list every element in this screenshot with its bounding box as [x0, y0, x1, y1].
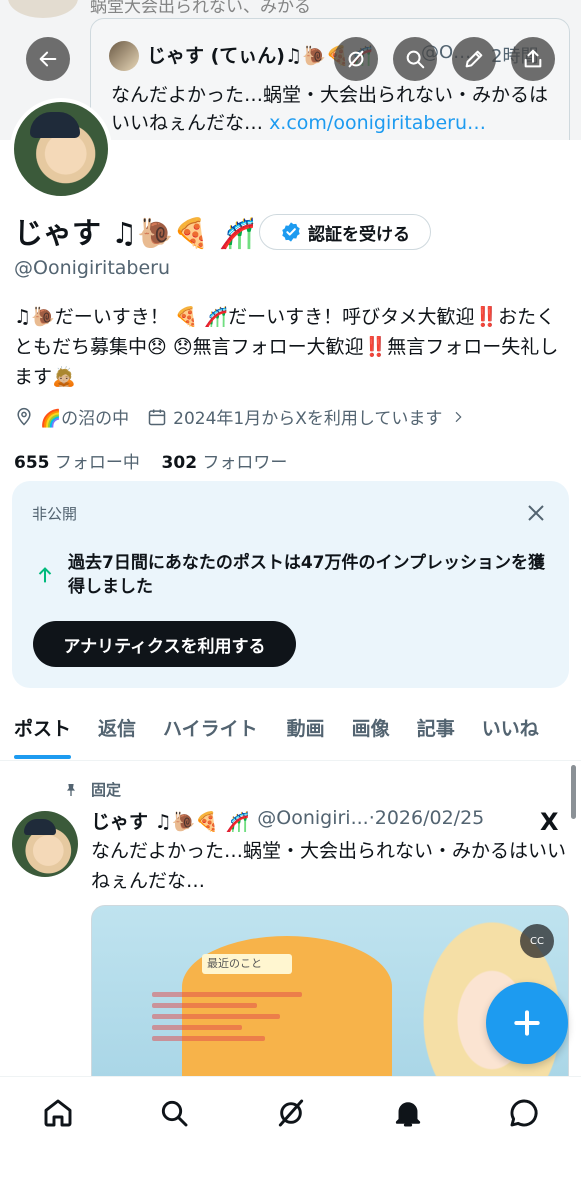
nav-search[interactable]: [154, 1093, 194, 1133]
analytics-private-label: 非公開: [32, 505, 78, 523]
followers-count: 302: [161, 453, 198, 473]
search-icon: [161, 1100, 188, 1127]
tweet-author-handle[interactable]: @Oonigiri...: [257, 807, 368, 834]
x-logo-icon: X: [540, 808, 559, 836]
nav-grok[interactable]: [271, 1093, 311, 1133]
media-title: 最近のこと: [202, 954, 292, 974]
analytics-card: 非公開 過去7日間にあなたのポストは47万件のインプレッションを獲得しました ア…: [12, 481, 569, 688]
tab-replies[interactable]: 返信: [98, 705, 136, 760]
location-pin-icon: [17, 407, 31, 426]
calendar-icon: [148, 409, 166, 425]
home-icon: [44, 1099, 72, 1127]
analytics-close-button[interactable]: [524, 501, 548, 525]
location-text: 🌈の沼の中: [40, 409, 130, 429]
quote-avatar: [109, 41, 139, 71]
banner-quote-card: じゃす (てぃん)♫🐌🍕🎢 @O… 2時間 なんだよかった…蜗堂・大会出られない…: [90, 18, 570, 140]
arrow-left-icon: [39, 51, 57, 67]
share-icon: [524, 49, 542, 68]
close-icon: [528, 505, 544, 521]
analytics-button[interactable]: アナリティクスを利用する: [33, 621, 296, 667]
grok-icon: [348, 50, 364, 68]
following-label: フォロー中: [54, 453, 140, 473]
pinned-label: 固定: [91, 781, 122, 799]
grok-button[interactable]: [334, 37, 378, 81]
nav-notifications[interactable]: [388, 1093, 428, 1133]
quote-link[interactable]: x.com/oonigiritaberu…: [269, 112, 486, 134]
verified-badge-icon: [282, 222, 300, 242]
get-verified-button[interactable]: 認証を受ける: [259, 214, 431, 250]
following-link[interactable]: 655 フォロー中: [14, 453, 140, 473]
nav-home[interactable]: [38, 1093, 78, 1133]
display-name: じゃす ♫🐌🍕 🎢: [14, 216, 256, 250]
joined-item[interactable]: 2024年1月からXを利用しています: [147, 404, 472, 429]
profile-handle: @Oonigiritaberu: [14, 257, 171, 279]
tweet-date[interactable]: ·2026/02/25: [369, 807, 485, 834]
search-button[interactable]: [393, 37, 437, 81]
message-bubble-icon: [510, 1099, 538, 1127]
arrow-up-icon: [34, 564, 56, 586]
pin-icon: [67, 783, 75, 796]
tab-likes[interactable]: いいね: [482, 705, 539, 760]
tweet-text[interactable]: なんだよかった…蜗堂・大会出られない・みかるはいいねぇんだな…: [91, 836, 569, 896]
get-verified-label: 認証を受ける: [308, 224, 410, 245]
followers-link[interactable]: 302 フォロワー: [162, 453, 288, 473]
bell-icon: [395, 1102, 421, 1127]
captions-icon[interactable]: CC: [520, 924, 554, 958]
tab-posts[interactable]: ポスト: [14, 705, 72, 760]
grok-icon: [278, 1099, 304, 1127]
tweet-author-name[interactable]: じゃす ♫🐌🍕 🎢: [91, 807, 249, 834]
share-button[interactable]: [511, 37, 555, 81]
search-icon: [406, 50, 425, 69]
location-item: 🌈の沼の中: [14, 404, 129, 429]
tab-images[interactable]: 画像: [352, 705, 390, 760]
tab-highlights[interactable]: ハイライト: [163, 705, 258, 760]
tweet-header: じゃす ♫🐌🍕 🎢 @Oonigiri... ·2026/02/25: [91, 807, 484, 834]
edit-button[interactable]: [452, 37, 496, 81]
pinned-indicator: 固定: [63, 779, 121, 800]
tab-videos[interactable]: 動画: [287, 705, 325, 760]
pencil-icon: [465, 50, 483, 68]
following-count: 655: [14, 453, 50, 473]
followers-label: フォロワー: [202, 453, 288, 473]
media-text-lines: [152, 986, 302, 1047]
chevron-right-icon: [455, 411, 462, 422]
joined-text: 2024年1月からXを利用しています: [173, 409, 443, 429]
profile-avatar[interactable]: [10, 98, 112, 200]
bottom-navigation: [0, 1076, 581, 1199]
analytics-text: 過去7日間にあなたのポストは47万件のインプレッションを獲得しました: [68, 553, 545, 597]
back-button[interactable]: [26, 37, 70, 81]
plus-icon: [514, 1010, 540, 1036]
nav-messages[interactable]: [504, 1093, 544, 1133]
profile-meta: 🌈の沼の中 2024年1月からXを利用しています: [14, 404, 490, 429]
profile-tabs: ポスト 返信 ハイライト 動画 画像 記事 いいね: [0, 705, 581, 761]
banner-top-text: 蜗堂大会出られない、みかる: [90, 0, 311, 17]
scrollbar[interactable]: [571, 765, 576, 819]
compose-post-button[interactable]: [486, 982, 568, 1064]
follow-stats: 655 フォロー中 302 フォロワー: [14, 448, 287, 473]
tweet-avatar[interactable]: [12, 811, 78, 877]
profile-bio: ♫🐌だーいすき！ 🍕 🎢だーいすき！呼びタメ大歓迎‼️おたくともだち募集中😞 😞…: [14, 306, 559, 388]
tab-articles[interactable]: 記事: [417, 705, 455, 760]
quote-text: なんだよかった…蜗堂・大会出られない・みかるはいいねぇんだな… x.com/oo…: [111, 81, 561, 137]
banner-partial-avatar: [8, 0, 78, 18]
